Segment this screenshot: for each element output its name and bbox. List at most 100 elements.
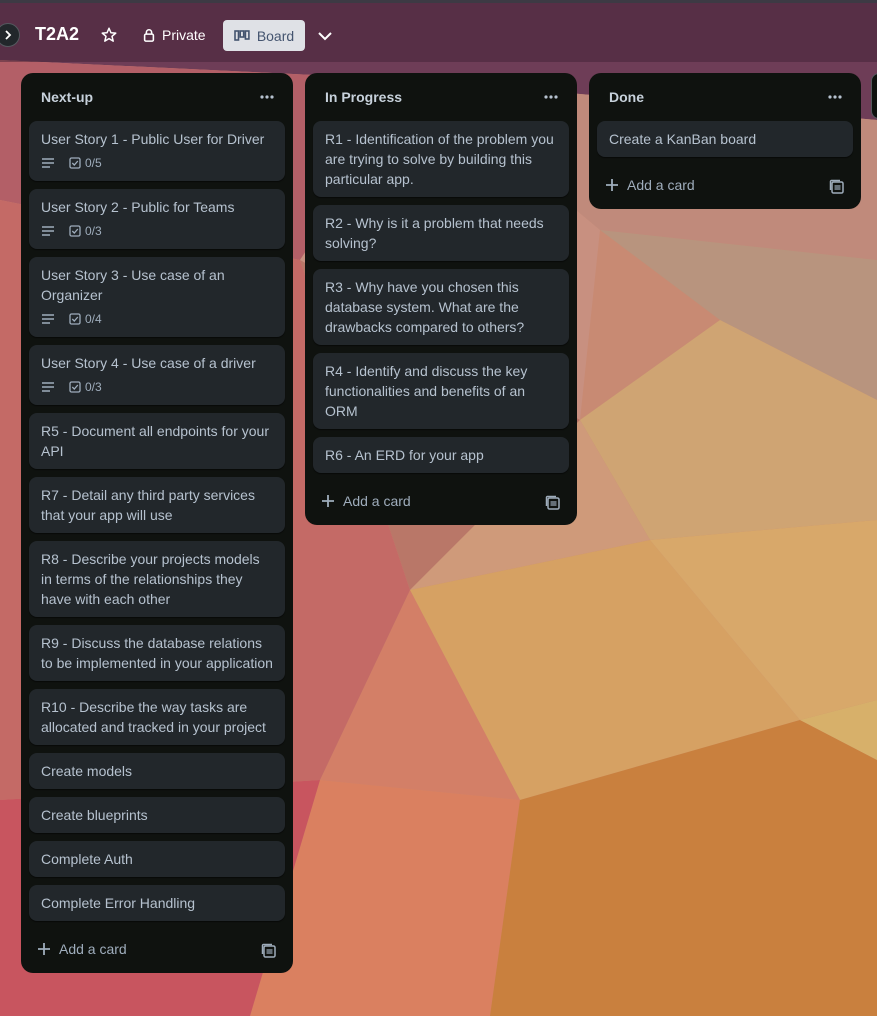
checklist-icon [69,381,81,393]
card-title: User Story 1 - Public User for Driver [41,131,265,147]
card-template-icon[interactable] [545,495,561,511]
card[interactable]: Create a KanBan board [597,121,853,157]
checklist-count: 0/4 [85,312,102,326]
card-title: R8 - Describe your projects models in te… [41,551,260,607]
card-list: R1 - Identification of the problem you a… [313,121,569,473]
card[interactable]: R1 - Identification of the problem you a… [313,121,569,197]
board-header: T2A2 Private Board [0,0,877,62]
description-lines-icon [41,225,55,237]
list-title[interactable]: Done [609,89,644,105]
card-title: User Story 3 - Use case of an Organizer [41,267,225,303]
add-card-label: Add a card [343,493,411,509]
card[interactable]: R5 - Document all endpoints for your API [29,413,285,469]
checklist-icon [69,225,81,237]
plus-icon [606,179,618,191]
card-title: Complete Auth [41,851,133,867]
board-title[interactable]: T2A2 [35,24,79,45]
card[interactable]: User Story 2 - Public for Teams 0/3 [29,189,285,249]
checklist-badge: 0/3 [69,377,102,397]
list-next-up: Next-up User Story 1 - Public User for D… [21,73,293,973]
card-badges: 0/5 [41,153,273,173]
card[interactable]: R8 - Describe your projects models in te… [29,541,285,617]
board-view-button[interactable]: Board [223,20,305,51]
card[interactable]: R4 - Identify and discuss the key functi… [313,353,569,429]
checklist-icon [69,157,81,169]
card[interactable]: Complete Error Handling [29,885,285,921]
add-card-label: Add a card [59,941,127,957]
card-template-icon[interactable] [829,179,845,195]
card[interactable]: R2 - Why is it a problem that needs solv… [313,205,569,261]
checklist-count: 0/3 [85,380,102,394]
card-title: R4 - Identify and discuss the key functi… [325,363,528,419]
card[interactable]: Create blueprints [29,797,285,833]
add-card-row: Add a card [29,929,285,973]
checklist-count: 0/3 [85,224,102,238]
card-title: Create a KanBan board [609,131,757,147]
plus-icon [322,495,334,507]
card-title: R1 - Identification of the problem you a… [325,131,554,187]
description-lines-icon [41,381,55,393]
card-badges: 0/3 [41,377,273,397]
lock-icon [143,29,155,42]
add-card-button[interactable]: Add a card [37,941,127,957]
card-title: Create blueprints [41,807,148,823]
list-in-progress: In Progress R1 - Identification of the p… [305,73,577,525]
card-title: R9 - Discuss the database relations to b… [41,635,273,671]
card-title: Create models [41,763,133,779]
add-list-edge[interactable] [871,73,877,119]
add-card-row: Add a card [597,165,853,209]
plus-icon [38,943,50,955]
add-card-button[interactable]: Add a card [321,493,411,509]
visibility-label: Private [162,27,206,43]
add-card-button[interactable]: Add a card [605,177,695,193]
board-view-label: Board [256,27,295,44]
card[interactable]: R6 - An ERD for your app [313,437,569,473]
card[interactable]: Complete Auth [29,841,285,877]
checklist-count: 0/5 [85,156,102,170]
card[interactable]: User Story 1 - Public User for Driver 0/5 [29,121,285,181]
description-lines-icon [41,313,55,325]
card[interactable]: R9 - Discuss the database relations to b… [29,625,285,681]
board-view-icon [234,29,250,41]
chevron-down-icon[interactable] [316,27,334,45]
checklist-badge: 0/5 [69,153,102,173]
list-header: Next-up [29,73,285,121]
add-card-row: Add a card [313,481,569,525]
more-horizontal-icon[interactable] [257,87,277,107]
card[interactable]: R3 - Why have you chosen this database s… [313,269,569,345]
more-horizontal-icon[interactable] [541,87,561,107]
more-horizontal-icon[interactable] [825,87,845,107]
card-title: R6 - An ERD for your app [325,447,484,463]
card-title: R10 - Describe the way tasks are allocat… [41,699,266,735]
card[interactable]: R7 - Detail any third party services tha… [29,477,285,533]
card[interactable]: R10 - Describe the way tasks are allocat… [29,689,285,745]
card-list: User Story 1 - Public User for Driver 0/5… [29,121,285,921]
card-title: R5 - Document all endpoints for your API [41,423,269,459]
list-done: Done Create a KanBan board Add a card [589,73,861,209]
visibility-button[interactable]: Private [142,27,206,43]
card-title: User Story 4 - Use case of a driver [41,355,256,371]
card-title: R3 - Why have you chosen this database s… [325,279,525,335]
card-badges: 0/4 [41,309,273,329]
card[interactable]: User Story 4 - Use case of a driver 0/3 [29,345,285,405]
chevron-right-icon [5,30,12,40]
list-header: In Progress [313,73,569,121]
list-header: Done [597,73,853,121]
checklist-badge: 0/3 [69,221,102,241]
card[interactable]: Create models [29,753,285,789]
add-card-label: Add a card [627,177,695,193]
list-title[interactable]: Next-up [41,89,93,105]
card-badges: 0/3 [41,221,273,241]
sidebar-toggle-button[interactable] [0,23,20,47]
card-title: Complete Error Handling [41,895,196,911]
card-template-icon[interactable] [261,943,277,959]
card[interactable]: User Story 3 - Use case of an Organizer 0… [29,257,285,337]
card-title: User Story 2 - Public for Teams [41,199,235,215]
card-list: Create a KanBan board [597,121,853,157]
list-title[interactable]: In Progress [325,89,402,105]
description-lines-icon [41,157,55,169]
star-icon[interactable] [100,26,118,44]
card-title: R7 - Detail any third party services tha… [41,487,255,523]
checklist-icon [69,313,81,325]
checklist-badge: 0/4 [69,309,102,329]
